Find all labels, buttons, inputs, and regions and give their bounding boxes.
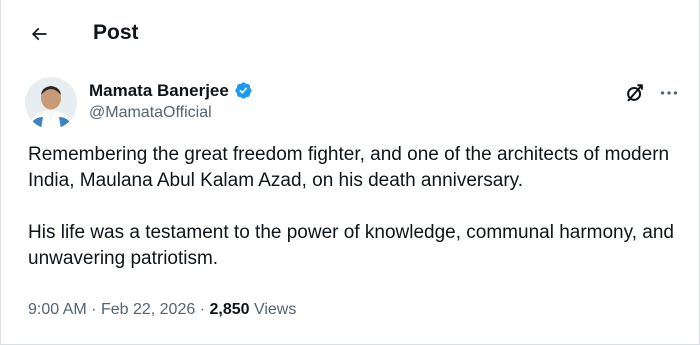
- author-name[interactable]: Mamata Banerjee: [89, 80, 229, 101]
- back-button[interactable]: [22, 17, 56, 51]
- arrow-left-icon: [31, 27, 47, 41]
- author-block: Mamata Banerjee @MamataOfficial: [89, 80, 253, 123]
- author-name-row: Mamata Banerjee: [89, 80, 253, 101]
- grok-icon: [627, 84, 643, 102]
- post-paragraph: His life was a testament to the power of…: [28, 222, 674, 269]
- views-count: 2,850: [209, 301, 250, 318]
- page-title: Post: [93, 21, 139, 44]
- avatar-image: [25, 77, 77, 129]
- author-handle[interactable]: @MamataOfficial: [89, 102, 253, 123]
- views-label: Views: [253, 301, 297, 318]
- post-meta: 9:00 AM · Feb 22, 2026 · 2,850 Views: [28, 300, 296, 320]
- meta-separator: ·: [199, 301, 206, 318]
- post-paragraph: Remembering the great freedom fighter, a…: [28, 144, 670, 191]
- post-text: Remembering the great freedom fighter, a…: [28, 142, 688, 272]
- page-header: Post: [0, 0, 700, 66]
- grok-button[interactable]: [621, 80, 649, 106]
- more-button[interactable]: [656, 80, 682, 106]
- post-date[interactable]: Feb 22, 2026: [101, 301, 195, 318]
- more-horizontal-icon: [660, 91, 678, 95]
- avatar[interactable]: [25, 77, 77, 129]
- post-time[interactable]: 9:00 AM: [28, 301, 87, 318]
- verified-badge-icon[interactable]: [234, 81, 253, 100]
- meta-separator: ·: [91, 301, 97, 318]
